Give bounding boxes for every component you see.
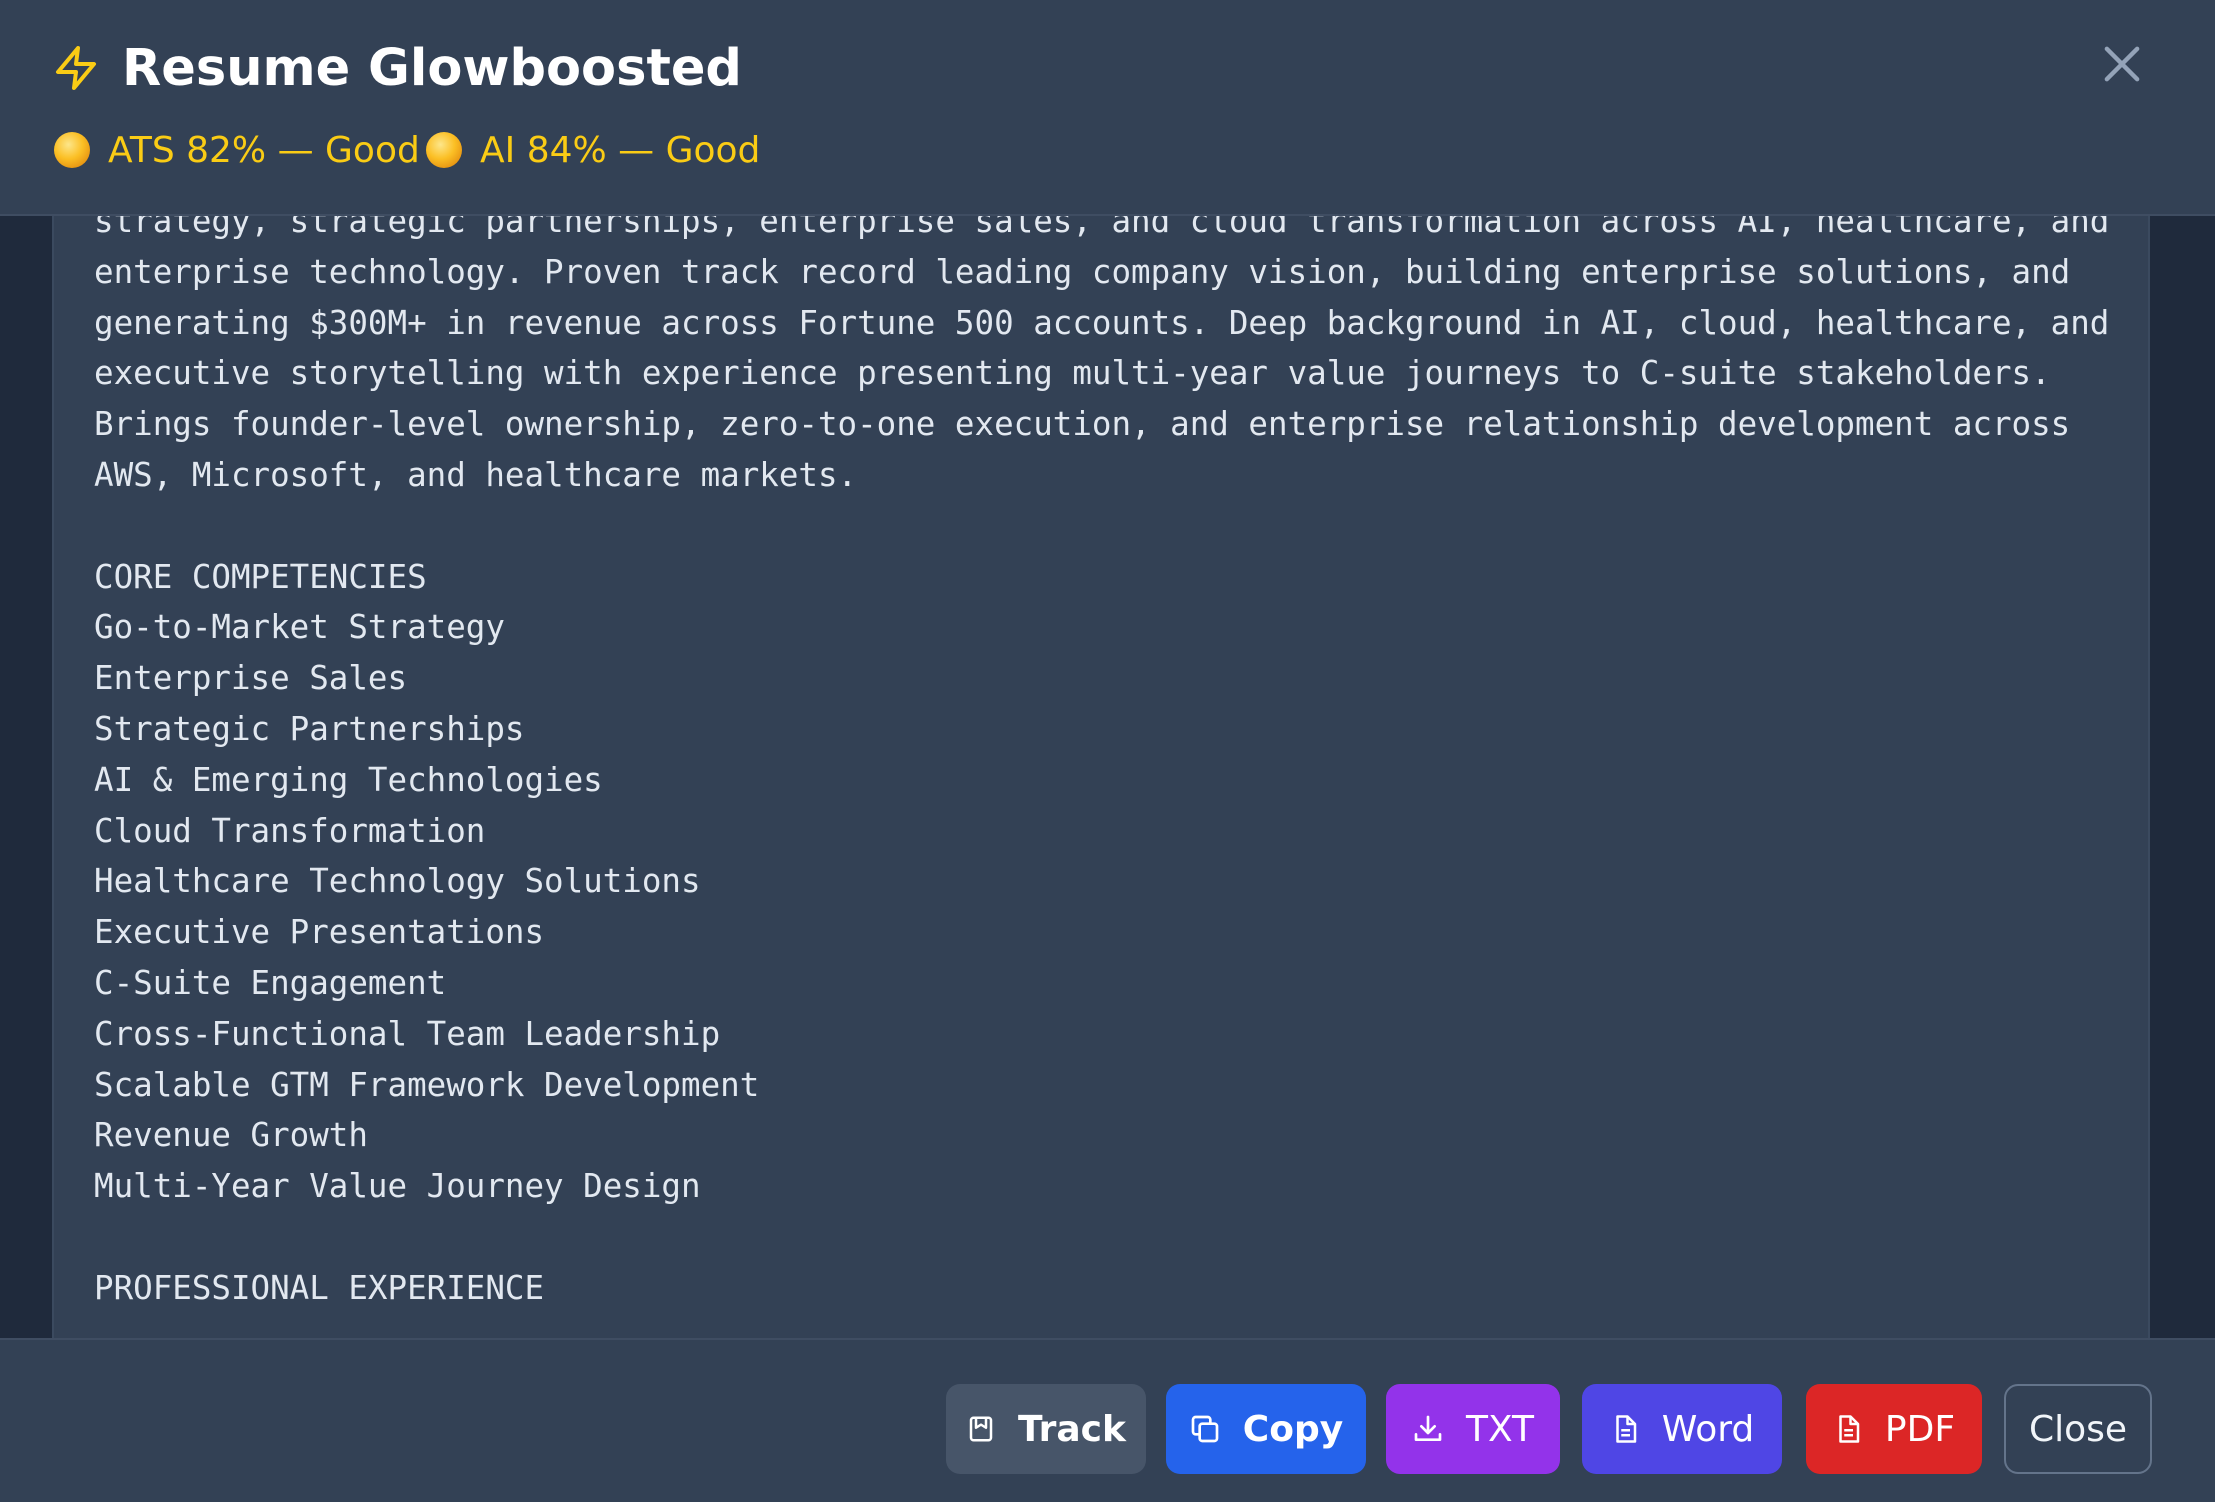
document-icon bbox=[1615, 1415, 1636, 1443]
close-button-label: Close bbox=[2028, 1408, 2128, 1450]
resume-line: Cross-Functional Team Leadership bbox=[94, 1014, 721, 1053]
download-txt-button[interactable]: TXT bbox=[1386, 1384, 1560, 1474]
pdf-button-label: PDF bbox=[1884, 1408, 1956, 1450]
backdrop-left bbox=[0, 216, 52, 1338]
resume-text: strategy, strategic partnerships, enterp… bbox=[94, 216, 2124, 1314]
lightning-bolt-icon bbox=[56, 46, 96, 90]
resume-line: Enterprise Sales bbox=[94, 659, 408, 698]
track-button-label: Track bbox=[1018, 1408, 1126, 1450]
resume-line: enterprise technology. Proven track reco… bbox=[94, 252, 2071, 291]
resume-line: AI & Emerging Technologies bbox=[94, 760, 603, 799]
ai-score-label: AI 84% — Good bbox=[480, 129, 761, 171]
copy-button-label: Copy bbox=[1242, 1408, 1344, 1450]
resume-line: generating $300M+ in revenue across Fort… bbox=[94, 303, 2110, 342]
download-pdf-button[interactable]: PDF bbox=[1806, 1384, 1982, 1474]
modal-title: Resume Glowboosted bbox=[122, 39, 742, 98]
resume-modal: Resume Glowboosted ATS 82% — Good AI 84%… bbox=[0, 0, 2215, 1502]
pdf-document-icon bbox=[1839, 1415, 1860, 1443]
resume-line: AWS, Microsoft, and healthcare markets. bbox=[94, 455, 858, 494]
ai-score-badge: AI 84% — Good bbox=[426, 128, 760, 172]
ats-score-label: ATS 82% — Good bbox=[108, 129, 420, 171]
word-button-label: Word bbox=[1661, 1408, 1755, 1450]
close-button[interactable]: Close bbox=[2004, 1384, 2152, 1474]
copy-button[interactable]: Copy bbox=[1166, 1384, 1366, 1474]
resume-preview-pane[interactable]: strategy, strategic partnerships, enterp… bbox=[52, 216, 2150, 1338]
modal-footer: Track Copy TXT Word PDF Close bbox=[0, 1338, 2215, 1502]
resume-line: PROFESSIONAL EXPERIENCE bbox=[94, 1268, 545, 1307]
resume-line: strategy, strategic partnerships, enterp… bbox=[94, 216, 2110, 240]
resume-line: Multi-Year Value Journey Design bbox=[94, 1167, 701, 1206]
ats-score-badge: ATS 82% — Good bbox=[54, 128, 420, 172]
resume-line: C-Suite Engagement bbox=[94, 963, 447, 1002]
modal-header: Resume Glowboosted ATS 82% — Good AI 84%… bbox=[0, 0, 2215, 216]
resume-line: Strategic Partnerships bbox=[94, 709, 525, 748]
resume-line: executive storytelling with experience p… bbox=[94, 354, 2051, 393]
resume-line: Go-to-Market Strategy bbox=[94, 608, 505, 647]
backdrop-right bbox=[2150, 216, 2215, 1338]
bookmark-icon bbox=[969, 1416, 993, 1442]
close-icon[interactable] bbox=[2096, 38, 2148, 90]
resume-line: CORE COMPETENCIES bbox=[94, 557, 427, 596]
download-icon bbox=[1414, 1415, 1442, 1441]
resume-line: Healthcare Technology Solutions bbox=[94, 862, 701, 901]
resume-line: Scalable GTM Framework Development bbox=[94, 1065, 760, 1104]
resume-line: Brings founder-level ownership, zero-to-… bbox=[94, 405, 2071, 444]
resume-line: Cloud Transformation bbox=[94, 811, 486, 850]
status-dot-icon bbox=[54, 132, 90, 168]
track-button[interactable]: Track bbox=[946, 1384, 1146, 1474]
resume-line: Revenue Growth bbox=[94, 1116, 368, 1155]
txt-button-label: TXT bbox=[1465, 1408, 1534, 1450]
status-dot-icon bbox=[426, 132, 462, 168]
resume-line: Executive Presentations bbox=[94, 913, 545, 952]
download-word-button[interactable]: Word bbox=[1582, 1384, 1782, 1474]
copy-icon bbox=[1191, 1415, 1219, 1443]
